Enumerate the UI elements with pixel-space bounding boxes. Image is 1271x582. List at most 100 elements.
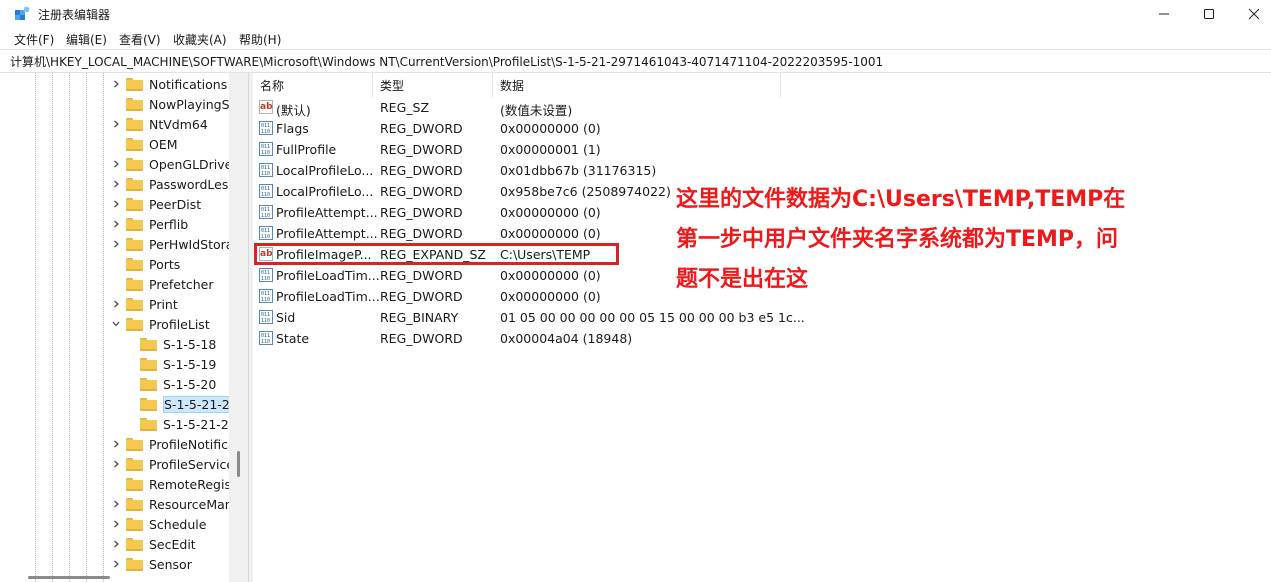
address-bar[interactable]: 计算机\HKEY_LOCAL_MACHINE\SOFTWARE\Microsof… xyxy=(0,49,1271,73)
svg-text:110: 110 xyxy=(261,213,270,218)
value-type: REG_DWORD xyxy=(380,184,463,199)
value-data: 0x00000000 (0) xyxy=(500,268,601,283)
value-name: Sid xyxy=(276,310,296,325)
menu-view[interactable]: 查看(V) xyxy=(119,31,161,48)
chevron-right-icon[interactable] xyxy=(110,298,122,310)
value-row[interactable]: 011 110 State REG_DWORD 0x00004a04 (18948) xyxy=(253,328,1271,349)
column-header-type[interactable]: 类型 xyxy=(380,73,490,97)
chevron-right-icon[interactable] xyxy=(110,518,122,530)
tree-item[interactable]: RemoteRegistr xyxy=(110,474,241,494)
tree-item[interactable]: PasswordLess xyxy=(110,174,235,194)
tree-horizontal-scroll-thumb[interactable] xyxy=(28,576,110,579)
tree-item[interactable]: Sensor xyxy=(110,554,192,574)
close-button[interactable] xyxy=(1231,0,1271,28)
chevron-right-icon[interactable] xyxy=(110,178,122,190)
tree-item[interactable]: NowPlayingSes xyxy=(110,94,244,114)
chevron-right-icon[interactable] xyxy=(110,438,122,450)
values-list[interactable]: 名称 类型 数据 ab (默认) REG_SZ (数值未设置) 011 110 Flags R… xyxy=(253,73,1271,582)
chevron-right-icon[interactable] xyxy=(110,158,122,170)
tree-scroll-thumb[interactable] xyxy=(237,451,240,477)
tree-item[interactable]: OpenGLDrivers xyxy=(110,154,244,174)
value-type: REG_DWORD xyxy=(380,121,463,136)
svg-text:110: 110 xyxy=(261,150,270,155)
chevron-right-icon[interactable] xyxy=(110,458,122,470)
tree-item[interactable]: S-1-5-20 xyxy=(124,374,216,394)
folder-icon xyxy=(140,377,157,391)
value-name: ProfileAttempt... xyxy=(276,205,378,220)
value-name: LocalProfileLo... xyxy=(276,163,374,178)
binary-value-icon: 011 110 xyxy=(259,163,273,177)
chevron-right-icon[interactable] xyxy=(110,118,122,130)
value-row[interactable]: 011 110 LocalProfileLo... REG_DWORD 0x01dbb6… xyxy=(253,160,1271,181)
tree-item[interactable]: Schedule xyxy=(110,514,206,534)
tree-item[interactable]: S-1-5-19 xyxy=(124,354,216,374)
value-row[interactable]: ab (默认) REG_SZ (数值未设置) xyxy=(253,97,1271,118)
tree-item-label: OEM xyxy=(149,136,178,152)
chevron-right-icon[interactable] xyxy=(110,198,122,210)
chevron-right-icon[interactable] xyxy=(110,498,122,510)
tree-item[interactable]: PeerDist xyxy=(110,194,201,214)
string-value-icon: ab xyxy=(259,100,273,114)
value-row[interactable]: 011 110 FullProfile REG_DWORD 0x00000001 (1) xyxy=(253,139,1271,160)
address-path[interactable]: 计算机\HKEY_LOCAL_MACHINE\SOFTWARE\Microsof… xyxy=(10,53,883,70)
tree-item[interactable]: NtVdm64 xyxy=(110,114,208,134)
menu-file[interactable]: 文件(F) xyxy=(14,31,54,48)
value-row[interactable]: 011 110 Flags REG_DWORD 0x00000000 (0) xyxy=(253,118,1271,139)
value-row[interactable]: 011 110 Sid REG_BINARY 01 05 00 00 00 00 00 … xyxy=(253,307,1271,328)
value-data: 0x00000000 (0) xyxy=(500,226,601,241)
tree-item[interactable]: Ports xyxy=(110,254,180,274)
tree-guide-line xyxy=(86,73,87,582)
minimize-icon xyxy=(1159,13,1169,15)
column-header-name[interactable]: 名称 xyxy=(260,73,370,97)
tree-item-label: S-1-5-20 xyxy=(163,376,217,392)
close-icon xyxy=(1248,8,1260,20)
chevron-right-icon[interactable] xyxy=(110,538,122,550)
tree-item[interactable]: Perflib xyxy=(110,214,188,234)
tree-item[interactable]: Notifications xyxy=(110,74,227,94)
menu-help[interactable]: 帮助(H) xyxy=(239,31,281,48)
column-separator[interactable] xyxy=(780,73,781,97)
binary-value-icon: 011 110 xyxy=(259,184,273,198)
registry-tree[interactable]: Notifications NowPlayingSes NtVdm64 OEM Open… xyxy=(0,73,248,582)
tree-item[interactable]: PerHwIdStorag xyxy=(110,234,241,254)
chevron-right-icon[interactable] xyxy=(110,558,122,570)
tree-item[interactable]: S-1-5-21-29 xyxy=(124,394,243,414)
folder-icon xyxy=(126,257,143,271)
value-data: 0x00000001 (1) xyxy=(500,142,601,157)
chevron-down-icon[interactable] xyxy=(110,318,122,330)
tree-item[interactable]: Print xyxy=(110,294,178,314)
tree-item[interactable]: ProfileNotificat xyxy=(110,434,241,454)
binary-value-icon: 011 110 xyxy=(259,310,273,324)
tree-item[interactable]: ProfileService xyxy=(110,454,234,474)
folder-icon xyxy=(126,317,143,331)
annotation-text: 这里的文件数据为C:\Users\TEMP,TEMP在 第一步中用户文件夹名字系… xyxy=(676,180,1176,300)
folder-icon xyxy=(126,237,143,251)
column-header-data[interactable]: 数据 xyxy=(500,73,700,97)
binary-value-icon: 011 110 xyxy=(259,268,273,282)
tree-item[interactable]: SecEdit xyxy=(110,534,196,554)
tree-item[interactable]: Prefetcher xyxy=(110,274,214,294)
folder-icon xyxy=(140,357,157,371)
menu-favorites[interactable]: 收藏夹(A) xyxy=(173,31,227,48)
tree-item[interactable]: S-1-5-21-29 xyxy=(124,414,237,434)
minimize-button[interactable] xyxy=(1141,0,1187,28)
column-separator[interactable] xyxy=(492,73,493,97)
tree-item[interactable]: S-1-5-18 xyxy=(124,334,216,354)
tree-item[interactable]: OEM xyxy=(110,134,178,154)
tree-vertical-scrollbar[interactable] xyxy=(229,73,248,582)
tree-item[interactable]: ProfileList xyxy=(110,314,210,334)
menu-edit[interactable]: 编辑(E) xyxy=(66,31,107,48)
chevron-right-icon[interactable] xyxy=(110,238,122,250)
chevron-right-icon[interactable] xyxy=(110,78,122,90)
maximize-button[interactable] xyxy=(1186,0,1232,28)
tree-item[interactable]: ResourceMana xyxy=(110,494,240,514)
folder-icon xyxy=(126,77,143,91)
chevron-right-icon[interactable] xyxy=(110,218,122,230)
folder-icon xyxy=(126,137,143,151)
value-data: 0x00004a04 (18948) xyxy=(500,331,633,346)
column-separator[interactable] xyxy=(372,73,373,97)
